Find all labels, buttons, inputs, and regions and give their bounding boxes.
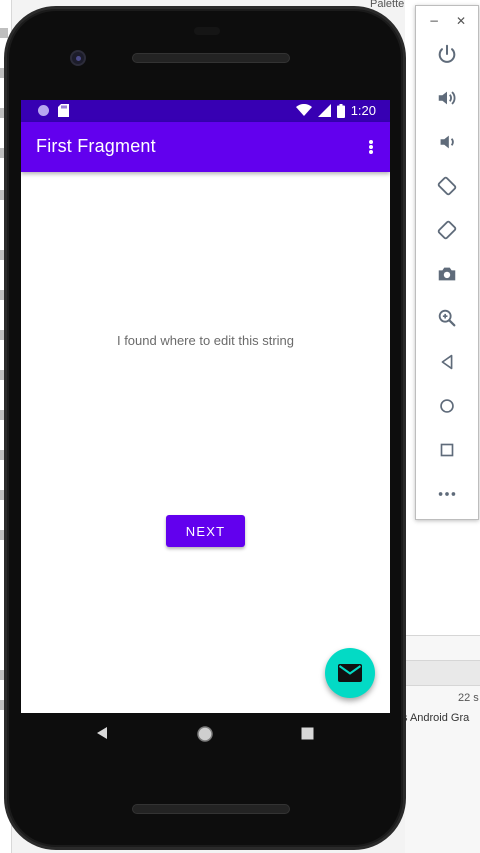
- more-vert-icon: [369, 140, 373, 144]
- email-fab[interactable]: [325, 648, 375, 698]
- rotate-right-button[interactable]: [432, 215, 462, 245]
- sd-card-icon: [58, 104, 69, 117]
- more-button[interactable]: [432, 479, 462, 509]
- wifi-icon: [295, 104, 312, 116]
- navigation-bar: [21, 713, 390, 755]
- nav-overview-button[interactable]: [301, 727, 314, 740]
- volume-down-button[interactable]: [432, 127, 462, 157]
- status-bar: 1:20: [21, 100, 390, 122]
- battery-icon: [336, 103, 345, 118]
- more-icon: [438, 492, 456, 496]
- ide-build-panel: [405, 635, 480, 853]
- nav-back-button[interactable]: [95, 726, 109, 740]
- emulator-toolbar: − ✕: [415, 5, 479, 520]
- minimize-button[interactable]: −: [429, 14, 439, 28]
- close-button[interactable]: ✕: [456, 14, 466, 28]
- overview-square-icon: [301, 727, 314, 740]
- overview-icon: [440, 443, 454, 457]
- rotate-left-button[interactable]: [432, 171, 462, 201]
- zoom-icon: [438, 309, 456, 327]
- volume-down-icon: [440, 135, 454, 149]
- email-icon: [338, 664, 362, 682]
- device-screen: 1:20 First Fragment I found where to edi…: [21, 100, 390, 713]
- home-circle-icon: [197, 726, 213, 742]
- notification-dot-icon: [38, 105, 49, 116]
- volume-up-button[interactable]: [432, 83, 462, 113]
- rotate-right-icon: [437, 220, 457, 240]
- app-bar-title: First Fragment: [36, 136, 156, 156]
- power-icon: [438, 44, 456, 63]
- bottom-speaker: [132, 804, 290, 814]
- top-sensor: [194, 27, 220, 35]
- home-icon: [440, 399, 454, 413]
- app-bar: First Fragment: [21, 122, 390, 172]
- build-time-text: 22 s: [458, 692, 479, 704]
- camera-icon: [438, 267, 456, 281]
- build-output-text: s Android Gra: [402, 712, 470, 724]
- back-button[interactable]: [432, 347, 462, 377]
- zoom-button[interactable]: [432, 303, 462, 333]
- overflow-menu-button[interactable]: [364, 136, 378, 158]
- signal-icon: [317, 104, 331, 117]
- back-triangle-icon: [97, 727, 107, 739]
- nav-home-button[interactable]: [196, 725, 214, 743]
- fragment-text: I found where to edit this string: [116, 333, 295, 348]
- front-camera: [70, 50, 86, 66]
- overview-button[interactable]: [432, 435, 462, 465]
- next-button[interactable]: NEXT: [166, 515, 245, 547]
- status-time: 1:20: [350, 103, 376, 118]
- screenshot-button[interactable]: [432, 259, 462, 289]
- volume-up-icon: [438, 91, 456, 105]
- palette-label: Palette: [370, 0, 405, 10]
- top-speaker: [132, 53, 290, 63]
- power-button[interactable]: [432, 39, 462, 69]
- rotate-left-icon: [437, 176, 457, 196]
- home-button[interactable]: [432, 391, 462, 421]
- back-icon: [441, 354, 453, 370]
